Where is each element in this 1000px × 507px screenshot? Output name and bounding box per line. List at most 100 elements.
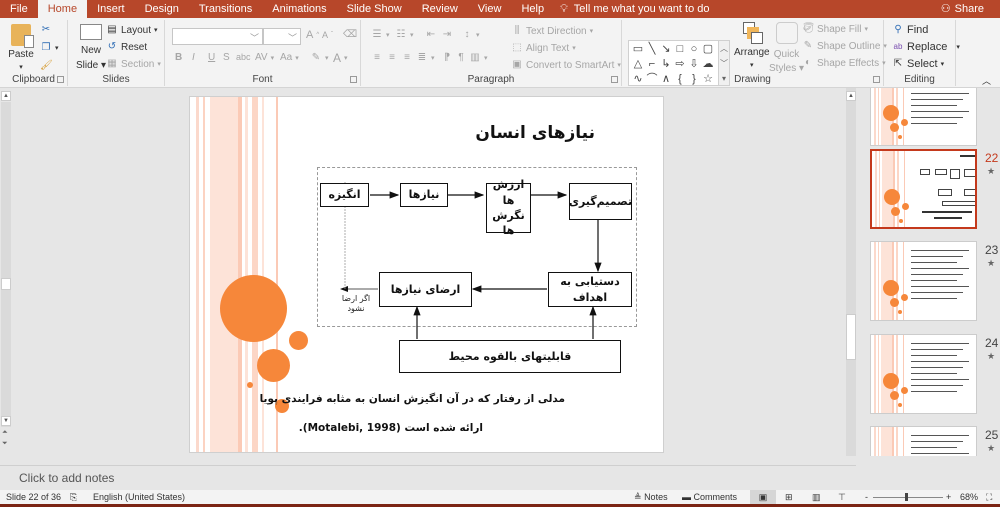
shape-gallery-item[interactable]: ⇩ [687, 57, 701, 72]
slide-canvas[interactable]: نیازهای انسان انگیزه نیازها ارزش ها نگرش… [189, 96, 664, 453]
transition-star-icon[interactable]: ★ [987, 258, 995, 269]
clipboard-launcher[interactable] [57, 76, 64, 83]
rtl-button[interactable]: ¶ [455, 52, 467, 64]
shape-gallery-item[interactable]: ╲ [645, 42, 659, 57]
section-button[interactable]: ▦ Section ▾ [106, 58, 161, 70]
normal-view-button[interactable]: ▣ [750, 490, 776, 504]
tab-help[interactable]: Help [511, 0, 554, 18]
slide-sorter-button[interactable]: ⊞ [785, 490, 793, 504]
spell-check-icon[interactable]: ⎘ [70, 490, 77, 504]
copy-button[interactable]: ❐ ▾ [40, 42, 59, 54]
columns-button[interactable]: ▥ ▾ [469, 52, 487, 64]
shapes-gallery-scroll[interactable]: ︿ ﹀ ▾ [718, 40, 730, 86]
scroll-up-button[interactable]: ▲ [1, 91, 11, 101]
shapes-gallery[interactable]: ▭ ╲ ↘ □ ○ ▢ △ ⌐ ↳ ⇨ ⇩ ☁ ∿ ⌒ ∧{} ☆ [628, 40, 728, 86]
slide-panel-scrollbar[interactable]: ▲ ▼ ⏶ ⏷ [0, 88, 12, 456]
shadow-button[interactable]: S [223, 52, 230, 63]
align-center-button[interactable]: ≡ [386, 52, 398, 64]
diagram-box-decision[interactable]: تصمیم‌گیری [569, 183, 632, 220]
caption-line-2[interactable]: ارائه شده است (Motalebi, 1998). [299, 422, 483, 434]
shape-outline-button[interactable]: ✎ Shape Outline ▾ [802, 40, 887, 52]
shape-effects-button[interactable]: ◐ Shape Effects ▾ [802, 57, 886, 69]
zoom-in-button[interactable]: + [946, 490, 951, 504]
reset-button[interactable]: ↺ Reset [106, 41, 147, 53]
arrange-button[interactable]: Arrange ▾ [734, 22, 770, 69]
tab-animations[interactable]: Animations [262, 0, 336, 18]
layout-button[interactable]: ▤ Layout ▾ [106, 24, 157, 36]
scroll-thumb[interactable] [1, 278, 11, 290]
shape-gallery-item[interactable]: □ [673, 42, 687, 57]
tab-home[interactable]: Home [37, 0, 88, 18]
notes-pane[interactable]: Click to add notes [0, 465, 856, 490]
slide-thumbnail[interactable] [870, 88, 977, 146]
transition-star-icon[interactable]: ★ [987, 166, 995, 177]
slide-thumbnail-25[interactable] [870, 426, 977, 456]
bold-button[interactable]: B [175, 52, 182, 63]
zoom-level[interactable]: 68% [960, 490, 978, 504]
diagram-box-environment[interactable]: قابلیتهای بالقوه محیط [399, 340, 621, 373]
select-button[interactable]: ⇱ Select ▾ [892, 58, 944, 70]
font-launcher[interactable] [350, 76, 357, 83]
font-name-select[interactable]: ﹀ [172, 28, 263, 45]
scroll-down-button[interactable]: ▼ [1, 416, 11, 426]
caption-line-1[interactable]: مدلی از رفتار که در آن انگیزش انسان به م… [260, 393, 565, 405]
align-text-button[interactable]: ⬚ Align Text ▾ [511, 42, 575, 54]
diagram-box-goal-attainment[interactable]: دستیابی به اهداف [548, 272, 632, 307]
previous-slide-button[interactable]: ⏶ [2, 429, 8, 437]
tab-review[interactable]: Review [412, 0, 468, 18]
italic-button[interactable]: I [192, 52, 195, 63]
shape-gallery-item[interactable]: △ [631, 57, 645, 72]
fit-to-window-button[interactable]: ⛶ [986, 490, 992, 504]
tab-transitions[interactable]: Transitions [189, 0, 262, 18]
shape-gallery-item[interactable]: ∿ [631, 72, 645, 87]
slide-editor-scrollbar[interactable]: ▲ [846, 88, 856, 456]
transition-star-icon[interactable]: ★ [987, 443, 995, 454]
reading-view-button[interactable]: ▥ [812, 490, 821, 504]
shape-gallery-item[interactable]: ↘ [659, 42, 673, 57]
ltr-button[interactable]: ⁋ [441, 52, 453, 64]
thumbnail-pane[interactable]: 22 ★ 23 ★ 24 ★ 25 ★ [856, 88, 1000, 456]
numbering-button[interactable]: ☷ ▾ [395, 29, 414, 41]
next-slide-button[interactable]: ⏷ [2, 440, 8, 448]
notes-toggle[interactable]: ≜ Notes [634, 490, 668, 504]
text-direction-button[interactable]: ⫼ Text Direction ▾ [511, 25, 593, 37]
shape-gallery-item[interactable]: ▭ [631, 42, 645, 57]
shape-gallery-item[interactable]: { [673, 72, 687, 87]
highlight-button[interactable]: ✎ ▾ [310, 52, 329, 64]
shape-gallery-item[interactable]: ∧ [659, 72, 673, 87]
line-spacing-button[interactable]: ↕ ▾ [461, 29, 480, 41]
change-case-button[interactable]: Aa ▾ [280, 52, 299, 63]
format-painter-button[interactable]: 🖌︎ [40, 60, 53, 72]
clear-formatting-button[interactable]: ⌫ [343, 29, 357, 41]
scroll-thumb[interactable] [846, 314, 856, 360]
underline-button[interactable]: U [208, 52, 215, 63]
slide-thumbnail-23[interactable] [870, 241, 977, 321]
slideshow-button[interactable]: ⊤ [838, 490, 846, 504]
share-button[interactable]: ⚇ Share [941, 0, 984, 18]
align-left-button[interactable]: ≡ [371, 52, 383, 64]
zoom-out-button[interactable]: - [865, 490, 868, 504]
find-button[interactable]: ⚲ Find [892, 24, 928, 36]
tab-slide-show[interactable]: Slide Show [337, 0, 412, 18]
shape-gallery-item[interactable]: ☁ [701, 57, 715, 72]
paragraph-launcher[interactable] [611, 76, 618, 83]
justify-button[interactable]: ≣ ▾ [416, 52, 435, 64]
replace-button[interactable]: ab Replace ▾ [892, 41, 960, 53]
increase-indent-button[interactable]: ⇥ [441, 29, 453, 41]
quick-styles-button[interactable]: Quick Styles ▾ [769, 22, 804, 74]
paste-button[interactable]: Paste ▾ [8, 24, 34, 71]
collapse-ribbon-button[interactable]: ︿ [982, 74, 991, 87]
tab-view[interactable]: View [468, 0, 512, 18]
tab-design[interactable]: Design [135, 0, 189, 18]
grow-font-button[interactable]: A ^ [306, 29, 319, 41]
align-right-button[interactable]: ≡ [401, 52, 413, 64]
cut-button[interactable]: ✂ [40, 24, 52, 36]
shape-gallery-item[interactable]: ☆ [701, 72, 715, 87]
transition-star-icon[interactable]: ★ [987, 351, 995, 362]
font-color-button[interactable]: A ▾ [333, 51, 348, 65]
diagram-box-need-satisfaction[interactable]: ارضای نیازها [379, 272, 472, 307]
diagram-box-motivation[interactable]: انگیزه [320, 183, 369, 207]
comments-toggle[interactable]: ▬ Comments [682, 490, 737, 504]
shape-gallery-item[interactable]: ○ [687, 42, 701, 57]
tab-file[interactable]: File [0, 0, 38, 18]
